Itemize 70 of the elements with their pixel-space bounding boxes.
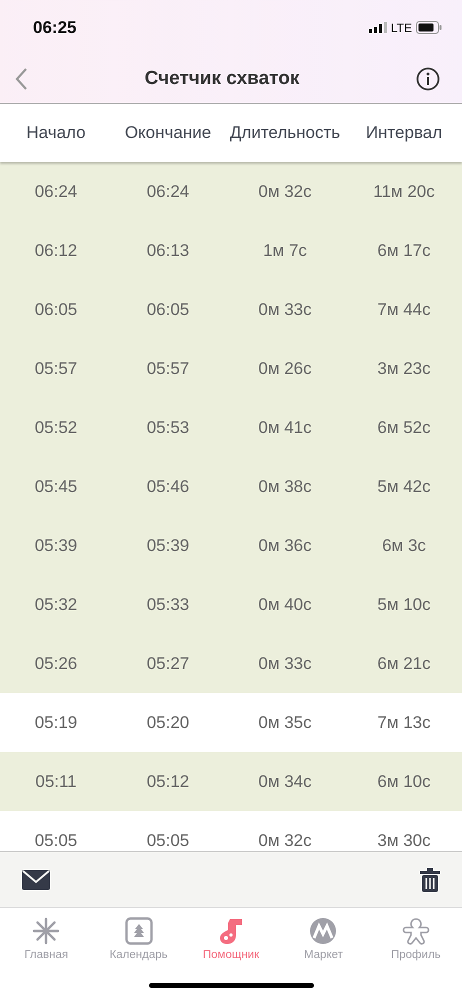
back-button[interactable] [14,67,28,91]
table-cell: 05:05 [146,830,190,850]
table-cell: 05:05 [34,830,78,850]
network-label: LTE [390,20,412,34]
table-cell: 05:19 [34,712,78,732]
table-cell: 05:57 [34,358,78,378]
screen-title: Счетчик схваток [144,68,300,90]
table-cell: 06:24 [146,182,190,202]
table-cell: 7м 44с [377,300,431,320]
table-cell: 05:33 [146,594,190,614]
calendar-icon [124,917,153,945]
table-cell: 05:11 [35,772,77,792]
table-cell: 05:46 [146,476,190,496]
info-button[interactable] [416,67,440,91]
table-cell: 0м 40с [258,594,312,614]
table-cell: 06:24 [34,182,78,202]
status-time: 06:25 [33,18,76,38]
table-cell: 05:32 [34,594,78,614]
column-header: Длительность [230,123,340,143]
table-cell: 06:05 [146,300,190,320]
table-cell: 5м 42с [377,476,431,496]
column-header: Окончание [124,123,212,143]
table-cell: 6м 10с [377,772,431,792]
table-cell: 05:53 [146,418,190,438]
table-cell: 11м 20с [373,182,435,202]
table-cell: 05:57 [146,358,190,378]
snowflake-icon [32,917,60,945]
table-cell: 0м 32с [258,182,312,202]
table-cell: 0м 38с [258,476,312,496]
tab-item[interactable]: Календарь [92,908,185,970]
column-header: Начало [26,123,86,143]
table-cell: 05:39 [146,536,190,556]
table-cell: 05:12 [146,772,190,792]
table-cell: 3м 23с [377,358,431,378]
signal-icon [368,22,387,33]
gingerbread-icon [402,917,430,945]
battery-icon [416,21,442,34]
table-cell: 7м 13с [377,712,431,732]
market-icon [309,917,338,945]
table-cell: 06:13 [146,240,190,260]
mail-icon[interactable] [22,870,50,890]
table-cell: 05:27 [146,654,190,674]
table-cell: 05:45 [34,476,78,496]
table-cell: 06:05 [34,300,78,320]
tab-item[interactable]: Маркет [277,908,370,970]
table-cell: 0м 32с [258,830,312,850]
table-cell: 6м 3с [382,536,426,556]
trash-icon[interactable] [420,868,440,892]
table-cell: 0м 34с [258,772,312,792]
table-cell: 0м 41с [258,418,312,438]
table-cell: 0м 33с [258,300,312,320]
table-cell: 05:26 [34,654,78,674]
tab-item[interactable]: Помощник [184,908,278,970]
table-cell: 0м 36с [258,536,312,556]
table-cell: 05:39 [34,536,78,556]
table-cell: 0м 33с [258,654,312,674]
table-cell: 6м 21с [377,654,431,674]
table-cell: 1м 7с [263,240,307,260]
column-header: Интервал [366,123,442,143]
table-cell: 06:12 [34,240,78,260]
table-cell: 0м 35с [258,712,312,732]
tab-item[interactable]: Профиль [370,908,462,970]
table-cell: 05:20 [146,712,190,732]
table-cell: 6м 52с [377,418,431,438]
table-cell: 3м 30с [377,830,431,850]
table-cell: 5м 10с [377,594,431,614]
table-cell: 0м 26с [258,358,312,378]
table-cell: 05:52 [34,418,78,438]
table-cell: 6м 17с [377,240,431,260]
tab-item[interactable]: Главная [0,908,92,970]
